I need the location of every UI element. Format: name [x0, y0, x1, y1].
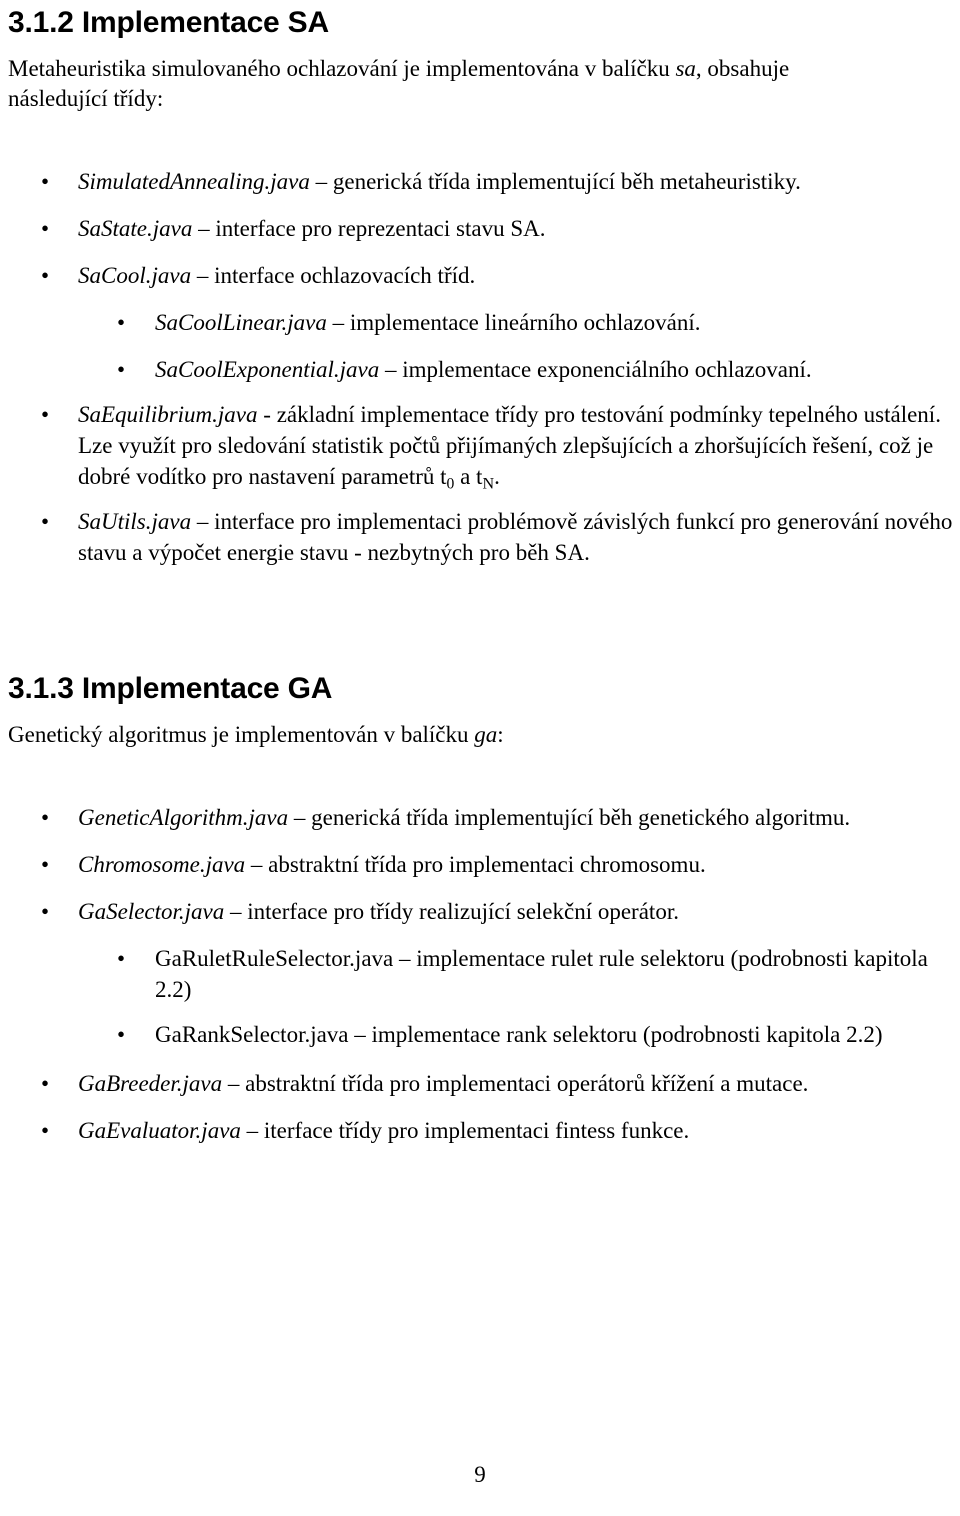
bullet-icon: •: [41, 509, 50, 534]
section-heading-ga: 3.1.3 Implementace GA: [8, 672, 333, 705]
ga-class-list: • GeneticAlgorithm.java – generická tříd…: [0, 802, 960, 1146]
list-item-text: SaCoolLinear.java – implementace lineárn…: [155, 307, 960, 338]
class-description: – interface pro implementaci problémově …: [78, 509, 953, 565]
bullet-icon: •: [41, 852, 50, 877]
sa-intro-text-b: , obsahuje: [695, 56, 790, 81]
sa-intro-text-line2: následující třídy:: [8, 86, 164, 111]
bullet-icon: •: [41, 216, 50, 241]
list-item-text: GaRankSelector.java – implementace rank …: [155, 1019, 960, 1050]
class-description: – interface pro třídy realizující selekč…: [224, 899, 679, 924]
list-item-text: SimulatedAnnealing.java – generická tříd…: [78, 166, 960, 197]
list-item: • SaState.java – interface pro reprezent…: [0, 213, 960, 244]
class-description: – implementace rank selektoru (podrobnos…: [348, 1022, 883, 1047]
list-item-text: GaSelector.java – interface pro třídy re…: [78, 896, 960, 927]
class-description-mid: a t: [454, 464, 483, 489]
class-description: – iterface třídy pro implementaci fintes…: [240, 1118, 690, 1143]
list-item-text: SaCool.java – interface ochlazovacích tř…: [78, 260, 960, 291]
class-name: SimulatedAnnealing.java: [78, 169, 310, 194]
ga-intro-text-b: :: [497, 722, 504, 747]
param-tN-subscript: N: [482, 475, 495, 493]
list-item: • GaBreeder.java – abstraktní třída pro …: [0, 1068, 960, 1099]
list-item: • SaCoolLinear.java – implementace lineá…: [0, 307, 960, 338]
bullet-icon: •: [41, 263, 50, 288]
list-item: • SaCoolExponential.java – implementace …: [0, 354, 960, 385]
list-item-text: SaUtils.java – interface pro implementac…: [78, 506, 960, 568]
list-item: • GeneticAlgorithm.java – generická tříd…: [0, 802, 960, 833]
ga-intro-paragraph: Genetický algoritmus je implementován v …: [8, 720, 960, 750]
sa-intro-paragraph: Metaheuristika simulovaného ochlazování …: [8, 54, 960, 114]
list-item: • SaEquilibrium.java - základní implemen…: [0, 399, 960, 492]
class-description: – abstraktní třída pro implementaci chro…: [245, 852, 706, 877]
class-description: – abstraktní třída pro implementaci oper…: [222, 1071, 809, 1096]
class-name: GaRuletRuleSelector.java: [155, 946, 394, 971]
section-heading-sa: 3.1.2 Implementace SA: [8, 6, 329, 39]
bullet-icon: •: [117, 310, 126, 335]
list-item-text: SaState.java – interface pro reprezentac…: [78, 213, 960, 244]
class-description: – implementace lineárního ochlazování.: [326, 310, 701, 335]
list-item-text: Chromosome.java – abstraktní třída pro i…: [78, 849, 960, 880]
class-description: – generická třída implementující běh gen…: [288, 805, 851, 830]
sa-class-list: • SimulatedAnnealing.java – generická tř…: [0, 166, 960, 568]
class-name: SaCoolExponential.java: [155, 357, 380, 382]
list-item-text: SaEquilibrium.java - základní implementa…: [78, 399, 960, 492]
sa-package-name: sa: [675, 56, 696, 81]
bullet-icon: •: [117, 946, 126, 971]
class-name: SaUtils.java: [78, 509, 192, 534]
bullet-icon: •: [41, 402, 50, 427]
class-name: GeneticAlgorithm.java: [78, 805, 289, 830]
class-name: GaBreeder.java: [78, 1071, 223, 1096]
list-item-text: GaEvaluator.java – iterface třídy pro im…: [78, 1115, 960, 1146]
class-name: SaCool.java: [78, 263, 192, 288]
list-item: • GaRankSelector.java – implementace ran…: [0, 1019, 960, 1050]
sa-intro-text-a: Metaheuristika simulovaného ochlazování …: [8, 56, 676, 81]
list-item: • SaCool.java – interface ochlazovacích …: [0, 260, 960, 291]
document-page: 3.1.2 Implementace SA Metaheuristika sim…: [0, 0, 960, 1516]
ga-intro-text-a: Genetický algoritmus je implementován v …: [8, 722, 475, 747]
class-name: SaState.java: [78, 216, 193, 241]
ga-package-name: ga: [474, 722, 498, 747]
class-name: Chromosome.java: [78, 852, 246, 877]
page-number: 9: [474, 1462, 486, 1487]
list-item-text: GeneticAlgorithm.java – generická třída …: [78, 802, 960, 833]
class-description: – interface ochlazovacích tříd.: [191, 263, 476, 288]
bullet-icon: •: [117, 1022, 126, 1047]
list-item: • SaUtils.java – interface pro implement…: [0, 506, 960, 568]
list-item: • GaEvaluator.java – iterface třídy pro …: [0, 1115, 960, 1146]
bullet-icon: •: [41, 805, 50, 830]
class-description: – generická třída implementující běh met…: [309, 169, 801, 194]
bullet-icon: •: [41, 899, 50, 924]
class-name: GaRankSelector.java: [155, 1022, 349, 1047]
class-name: SaEquilibrium.java: [78, 402, 258, 427]
list-item-text: SaCoolExponential.java – implementace ex…: [155, 354, 960, 385]
class-description: – implementace exponenciálního ochlazova…: [379, 357, 812, 382]
bullet-icon: •: [41, 1118, 50, 1143]
bullet-icon: •: [117, 357, 126, 382]
list-item: • GaSelector.java – interface pro třídy …: [0, 896, 960, 927]
list-item: • GaRuletRuleSelector.java – implementac…: [0, 943, 960, 1005]
bullet-icon: •: [41, 1071, 50, 1096]
list-item-text: GaBreeder.java – abstraktní třída pro im…: [78, 1068, 960, 1099]
list-item: • Chromosome.java – abstraktní třída pro…: [0, 849, 960, 880]
class-name: GaEvaluator.java: [78, 1118, 241, 1143]
bullet-icon: •: [41, 169, 50, 194]
class-name: SaCoolLinear.java: [155, 310, 327, 335]
class-description: – interface pro reprezentaci stavu SA.: [192, 216, 546, 241]
class-description-tail: .: [494, 464, 500, 489]
list-item: • SimulatedAnnealing.java – generická tř…: [0, 166, 960, 197]
class-name: GaSelector.java: [78, 899, 225, 924]
list-item-text: GaRuletRuleSelector.java – implementace …: [155, 943, 960, 1005]
